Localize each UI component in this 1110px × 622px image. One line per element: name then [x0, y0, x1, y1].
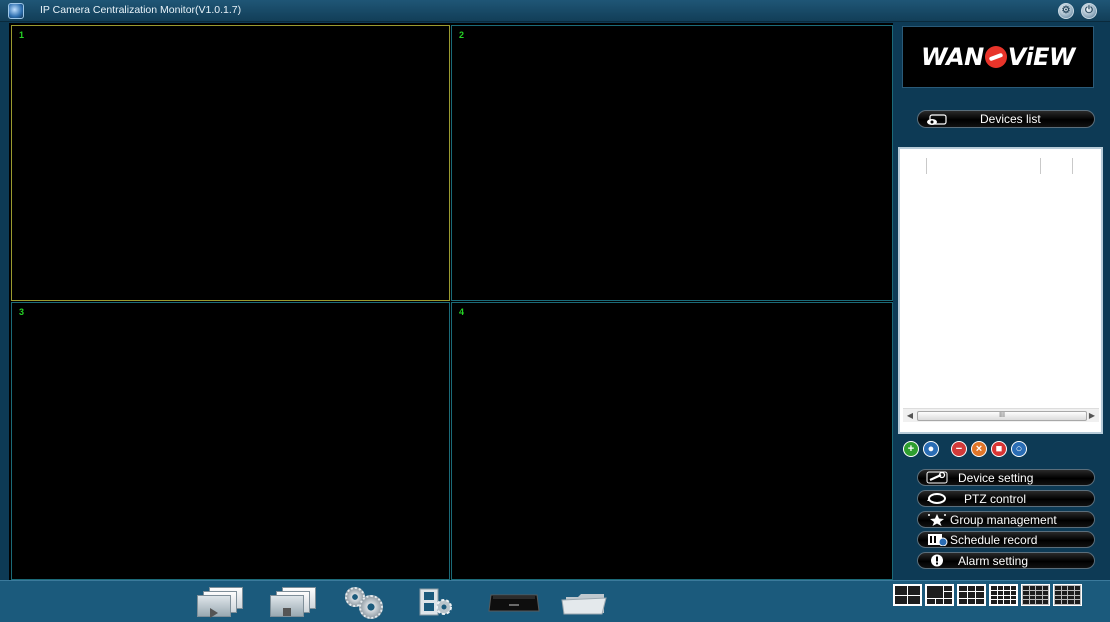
- alarm-icon: [926, 554, 948, 567]
- title-bar: IP Camera Centralization Monitor(V1.0.1.…: [0, 0, 1110, 22]
- ptz-control-button[interactable]: PTZ control: [917, 490, 1095, 507]
- app-logo-icon: [8, 3, 24, 19]
- layout-1plus5-icon[interactable]: [925, 584, 954, 606]
- logo-text-right: ViEW: [1007, 43, 1076, 71]
- video-grid: 1 2 3 4: [9, 23, 893, 580]
- scroll-right-icon[interactable]: ▶: [1086, 410, 1098, 422]
- device-icon: [926, 113, 948, 126]
- logo-mark-icon: [984, 46, 1007, 68]
- scrollbar-thumb[interactable]: III: [917, 411, 1087, 421]
- group-management-button[interactable]: Group management: [917, 511, 1095, 528]
- schedule-record-label: Schedule record: [950, 532, 1038, 547]
- power-icon[interactable]: ⏻: [1081, 3, 1097, 19]
- device-tree[interactable]: ◀ III ▶: [898, 147, 1103, 434]
- video-cell-1[interactable]: 1: [11, 25, 450, 301]
- gear-icon[interactable]: [345, 587, 387, 619]
- schedule-record-button[interactable]: Schedule record: [917, 531, 1095, 548]
- device-tool-icons: + ● − × ■ ○: [903, 441, 1043, 459]
- cell-number: 2: [459, 30, 465, 40]
- delete-icon[interactable]: −: [951, 441, 967, 457]
- add-icon[interactable]: +: [903, 441, 919, 457]
- play-all-icon[interactable]: [197, 587, 243, 618]
- stop-icon[interactable]: ■: [991, 441, 1007, 457]
- tree-column-divider: [926, 158, 927, 174]
- group-star-icon: [926, 513, 948, 526]
- wrench-icon: [926, 471, 948, 484]
- layout-36-icon[interactable]: [1053, 584, 1082, 606]
- app-window: IP Camera Centralization Monitor(V1.0.1.…: [0, 0, 1110, 622]
- scroll-left-icon[interactable]: ◀: [904, 410, 916, 422]
- brand-logo: WAN ViEW: [902, 26, 1094, 88]
- settings-icon[interactable]: ⚙: [1058, 3, 1074, 19]
- group-management-label: Group management: [950, 512, 1057, 527]
- devices-list-button[interactable]: Devices list: [917, 110, 1095, 128]
- cell-number: 4: [459, 307, 465, 317]
- video-cell-4[interactable]: 4: [451, 302, 893, 580]
- window-title: IP Camera Centralization Monitor(V1.0.1.…: [40, 4, 242, 16]
- refresh-icon[interactable]: ○: [1011, 441, 1027, 457]
- stop-all-icon[interactable]: [270, 587, 316, 617]
- alarm-setting-button[interactable]: Alarm setting: [917, 552, 1095, 569]
- layout-4-icon[interactable]: [893, 584, 922, 606]
- devices-list-label: Devices list: [980, 112, 1041, 126]
- layout-16-icon[interactable]: [989, 584, 1018, 606]
- film-gear-icon[interactable]: [418, 587, 458, 617]
- layout-9-icon[interactable]: [957, 584, 986, 606]
- cell-number: 3: [19, 307, 25, 317]
- device-setting-label: Device setting: [958, 470, 1034, 485]
- remove-icon[interactable]: ×: [971, 441, 987, 457]
- tree-column-divider: [1072, 158, 1073, 174]
- schedule-record-icon: [926, 533, 948, 547]
- logo-text-left: WAN: [920, 43, 984, 71]
- device-setting-button[interactable]: Device setting: [917, 469, 1095, 486]
- video-cell-2[interactable]: 2: [451, 25, 893, 301]
- layout-25-icon[interactable]: [1021, 584, 1050, 606]
- horizontal-scrollbar[interactable]: ◀ III ▶: [903, 408, 1099, 422]
- video-cell-3[interactable]: 3: [11, 302, 450, 580]
- tree-column-divider: [1040, 158, 1041, 174]
- bottom-toolbar: [0, 580, 1110, 622]
- ptz-icon: [926, 492, 948, 505]
- layout-selector: [893, 584, 1093, 608]
- folder-icon[interactable]: [560, 587, 610, 617]
- search-device-icon[interactable]: ●: [923, 441, 939, 457]
- ptz-control-label: PTZ control: [964, 491, 1027, 506]
- right-panel: WAN ViEW Devices list ◀ III ▶ + ● − × ■: [893, 23, 1110, 580]
- cell-number: 1: [19, 30, 25, 40]
- dvr-icon[interactable]: [487, 587, 541, 617]
- alarm-setting-label: Alarm setting: [958, 553, 1029, 568]
